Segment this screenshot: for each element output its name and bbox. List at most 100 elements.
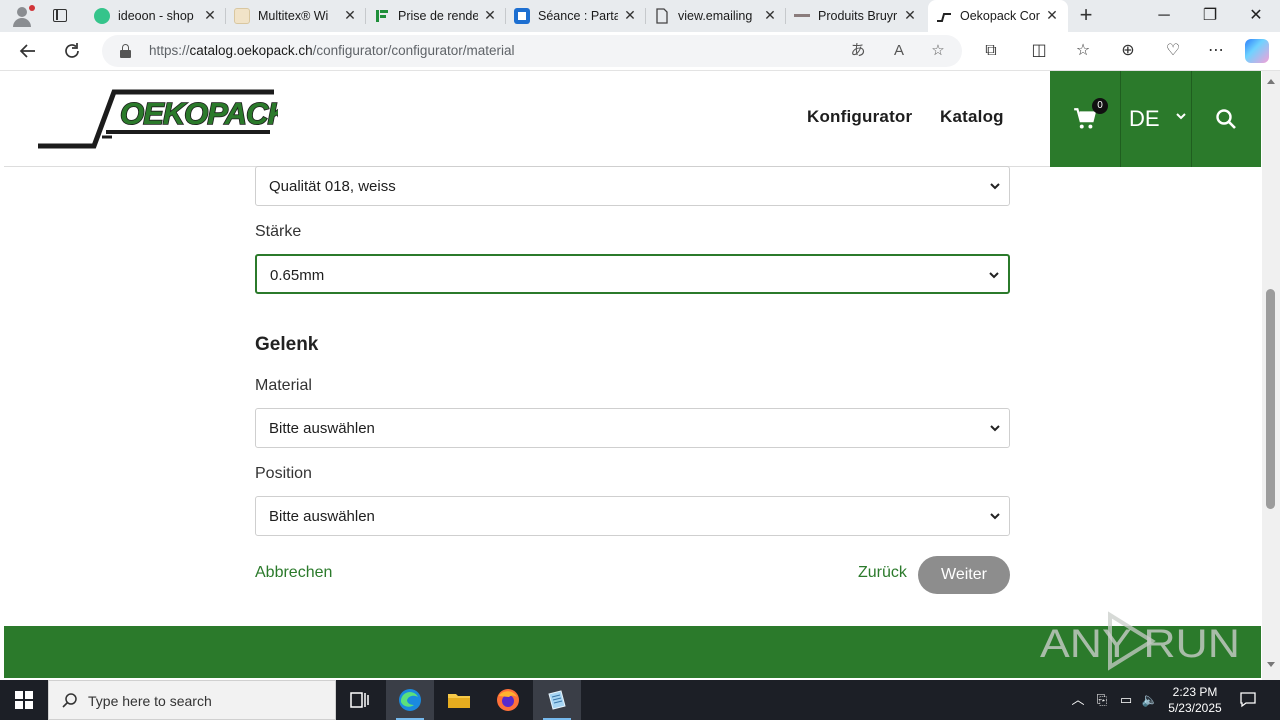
back-button[interactable]	[13, 37, 43, 65]
tab-label: ideoon - shop	[118, 9, 194, 23]
close-tab-icon[interactable]: ✕	[202, 7, 218, 23]
material-select-value: Bitte auswählen	[269, 420, 375, 437]
task-view-button[interactable]	[336, 680, 384, 720]
tab-label: Produits Bruyr	[818, 9, 898, 23]
multitex-favicon-icon	[234, 8, 250, 24]
material-select[interactable]: Bitte auswählen	[255, 408, 1010, 448]
file-explorer-icon	[448, 694, 470, 708]
site-header: OEKOPACK Konfigurator Katalog 0 DE	[4, 71, 1261, 167]
clock-date: 5/23/2025	[1168, 701, 1222, 715]
start-button[interactable]	[0, 680, 48, 720]
quality-select[interactable]: Qualität 018, weiss	[255, 166, 1010, 206]
tab-actions-icon[interactable]	[48, 6, 72, 26]
taskbar-firefox-app[interactable]	[484, 680, 532, 720]
close-tab-icon[interactable]: ✕	[482, 7, 498, 23]
close-tab-icon[interactable]: ✕	[622, 7, 638, 23]
tab-view-emailing[interactable]: view.emailing ✕	[646, 0, 786, 32]
translate-icon[interactable]: あ	[846, 40, 870, 62]
cancel-link[interactable]: Abbrechen	[255, 564, 332, 582]
taskbar-explorer-app[interactable]	[435, 680, 483, 720]
favorite-star-icon[interactable]: ☆	[926, 40, 950, 62]
document-icon	[654, 8, 670, 24]
volume-icon[interactable]: 🔈	[1140, 690, 1160, 710]
minimize-button[interactable]: ─	[1141, 0, 1187, 32]
svg-text:ANY RUN: ANY RUN	[1040, 622, 1240, 666]
chevron-down-icon	[990, 513, 1000, 520]
collections-icon[interactable]: ⊕	[1115, 39, 1141, 63]
oekopack-favicon-icon	[936, 8, 952, 24]
close-window-button[interactable]: ✕	[1233, 0, 1279, 32]
gelenk-section-title: Gelenk	[255, 334, 319, 355]
cart-button[interactable]: 0	[1050, 71, 1120, 167]
lock-icon[interactable]	[120, 44, 131, 58]
svg-text:OEKOPACK: OEKOPACK	[120, 96, 278, 131]
tab-label: Multitex® Wi	[258, 9, 329, 23]
scroll-down-arrow-icon[interactable]	[1266, 661, 1276, 669]
cart-count-badge: 0	[1092, 98, 1108, 114]
chevron-down-icon	[990, 183, 1000, 190]
split-screen-icon[interactable]: ◫	[1026, 39, 1052, 63]
quality-select-value: Qualität 018, weiss	[269, 178, 396, 195]
clock-time: 2:23 PM	[1172, 685, 1218, 699]
close-tab-icon[interactable]: ✕	[1044, 7, 1060, 23]
language-select[interactable]: DE	[1121, 71, 1191, 167]
new-tab-button[interactable]: +	[1074, 4, 1098, 28]
notifications-icon[interactable]	[1238, 690, 1258, 710]
close-tab-icon[interactable]: ✕	[902, 7, 918, 23]
position-label: Position	[255, 465, 312, 482]
seance-favicon-icon	[514, 8, 530, 24]
refresh-button[interactable]	[57, 37, 87, 65]
windows-logo-icon	[15, 691, 33, 709]
prise-favicon-icon	[374, 8, 390, 24]
network-icon[interactable]: ▭	[1116, 690, 1136, 710]
scrollbar-thumb[interactable]	[1266, 289, 1275, 509]
language-label: DE	[1129, 106, 1160, 131]
more-menu-icon[interactable]: ⋯	[1203, 39, 1229, 63]
favorites-icon[interactable]: ☆	[1070, 39, 1096, 63]
staerke-select[interactable]: 0.65mm	[255, 254, 1010, 294]
tab-label: Séance : Parta	[538, 9, 618, 23]
copilot-icon[interactable]	[1245, 39, 1269, 63]
nav-konfigurator-link[interactable]: Konfigurator	[807, 107, 912, 127]
profile-avatar-icon[interactable]	[8, 4, 36, 28]
position-select[interactable]: Bitte auswählen	[255, 496, 1010, 536]
close-tab-icon[interactable]: ✕	[342, 7, 358, 23]
tab-multitex[interactable]: Multitex® Wi ✕	[226, 0, 366, 32]
back-link[interactable]: Zurück	[858, 564, 907, 582]
taskbar-search-box[interactable]: Type here to search	[48, 680, 336, 720]
ideoon-favicon-icon	[94, 8, 110, 24]
tab-ideoon[interactable]: ideoon - shop ✕	[86, 0, 226, 32]
close-tab-icon[interactable]: ✕	[762, 7, 778, 23]
taskbar-notepad-app[interactable]	[533, 680, 581, 720]
chevron-down-icon	[990, 425, 1000, 432]
restore-button[interactable]: ❐	[1187, 0, 1233, 32]
task-view-icon	[350, 692, 369, 708]
address-bar[interactable]: https://catalog.oekopack.ch/configurator…	[102, 35, 962, 67]
staerke-select-value: 0.65mm	[270, 267, 325, 284]
url-text[interactable]: https://catalog.oekopack.ch/configurator…	[149, 43, 514, 59]
tab-seance[interactable]: Séance : Parta ✕	[506, 0, 646, 32]
windows-taskbar: Type here to search ︿ ⎘ ▭ 🔈 2:23 PM 5/23…	[0, 680, 1280, 720]
read-aloud-icon[interactable]: A	[887, 40, 911, 62]
nav-katalog-link[interactable]: Katalog	[940, 107, 1004, 127]
tab-oekopack[interactable]: Oekopack Cor ✕	[928, 0, 1068, 32]
extensions-icon[interactable]: ⧉	[978, 39, 1004, 63]
usb-device-icon[interactable]: ⎘	[1092, 690, 1112, 710]
firefox-icon	[497, 689, 519, 711]
performance-icon[interactable]: ♡	[1160, 39, 1186, 63]
search-button[interactable]	[1192, 71, 1261, 167]
scroll-up-arrow-icon[interactable]	[1266, 77, 1276, 85]
address-bar-row: https://catalog.oekopack.ch/configurator…	[0, 32, 1280, 70]
tab-prise[interactable]: Prise de rende ✕	[366, 0, 506, 32]
oekopack-logo[interactable]: OEKOPACK	[38, 89, 294, 151]
tab-label: view.emailing	[678, 9, 753, 23]
tab-produits[interactable]: Produits Bruyr ✕	[786, 0, 926, 32]
edge-browser-icon	[399, 689, 421, 711]
show-hidden-icons-chevron-icon[interactable]: ︿	[1068, 690, 1088, 710]
next-button[interactable]: Weiter	[918, 556, 1010, 594]
page-scrollbar[interactable]	[1262, 71, 1280, 680]
taskbar-search-placeholder: Type here to search	[88, 693, 212, 709]
taskbar-edge-app[interactable]	[386, 680, 434, 720]
taskbar-clock[interactable]: 2:23 PM 5/23/2025	[1160, 684, 1230, 716]
staerke-label: Stärke	[255, 223, 302, 240]
